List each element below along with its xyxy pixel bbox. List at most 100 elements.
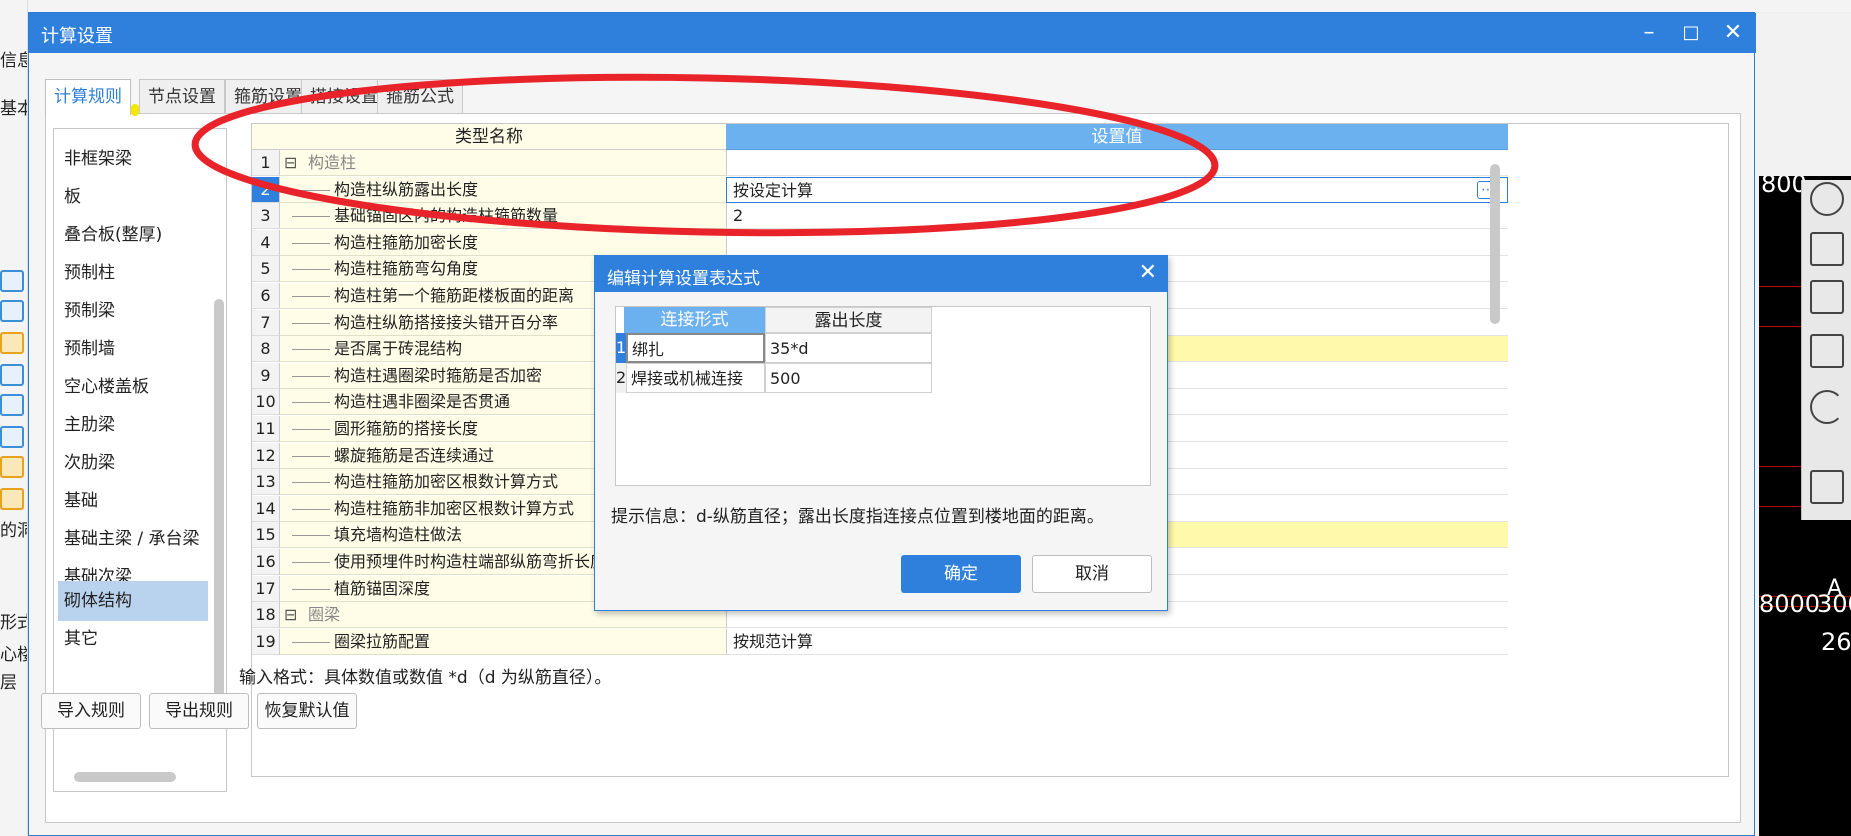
bg-tool-icon[interactable] [0,488,24,510]
bg-tool-icon[interactable] [0,456,24,478]
tab-lap-settings[interactable]: 搭接设置 [301,79,387,113]
sidebar-scrollbar[interactable] [214,299,224,729]
setting-name[interactable]: 构造柱纵筋露出长度 [280,176,726,203]
canvas-label: 26 [1821,628,1851,656]
header-setting-value: 设置值 [726,124,1508,150]
connection-type-cell[interactable]: 绑扎 [626,333,765,363]
row-number: 12 [252,442,280,469]
tab-calc-rules[interactable]: 计算规则 [45,79,131,115]
setting-label: 构造柱箍筋弯勾角度 [334,259,479,279]
bg-label: 基本 [0,99,27,119]
setting-label: 使用预埋件时构造柱端部纵筋弯折长度 [334,552,607,571]
list-item[interactable]: 预制墙 [58,329,208,369]
cube-view-icon[interactable] [1810,280,1844,314]
bg-tool-icon[interactable] [0,394,24,416]
ok-button[interactable]: 确定 [901,555,1021,593]
setting-value[interactable]: 按规范计算 [726,628,1508,655]
list-item[interactable]: 预制梁 [58,291,208,331]
import-rules-button[interactable]: 导入规则 [41,693,141,729]
setting-value[interactable] [726,229,1508,256]
row-number: 1 [616,333,626,363]
collapse-icon[interactable]: ⊟ [284,602,302,627]
tab-stirrup-settings[interactable]: 箍筋设置 [225,79,311,113]
setting-name[interactable]: 圈梁拉筋配置 [280,628,726,655]
setting-value-text: 2 [733,206,744,226]
minimize-icon[interactable]: – [1635,19,1663,47]
bg-tool-icon[interactable] [0,332,24,354]
popup-titlebar[interactable]: 编辑计算设置表达式 ✕ [595,256,1167,292]
list-item[interactable]: 主肋梁 [58,405,208,445]
row-number: 5 [252,256,280,283]
setting-label: 圆形箍筋的搭接长度 [334,419,479,438]
tree-connector [292,322,330,324]
group-label: 构造柱 [308,153,357,172]
group-row-name[interactable]: ⊟ 构造柱 [280,150,726,176]
row-number: 4 [252,229,280,256]
maximize-icon[interactable]: □ [1677,19,1705,47]
row-number: 13 [252,469,280,496]
setting-value[interactable] [726,150,1508,176]
list-item[interactable]: 空心楼盖板 [58,367,208,407]
setting-name[interactable]: 构造柱箍筋加密长度 [280,229,726,256]
tree-connector [292,455,330,457]
row-number: 16 [252,549,280,575]
row-number: 6 [252,283,280,309]
layer-list-icon[interactable] [1810,470,1844,504]
header-exposed-length: 露出长度 [765,307,932,333]
list-item[interactable]: 板 [58,177,208,217]
dialog-titlebar[interactable]: 计算设置 – □ ✕ [29,13,1756,53]
canvas-label: 800 [1761,176,1807,198]
tree-connector [292,588,330,590]
tree-connector [292,562,330,563]
close-icon[interactable]: ✕ [1719,19,1747,47]
setting-label: 填充墙构造柱做法 [334,525,463,545]
list-item-selected[interactable]: 砌体结构 [58,581,208,621]
row-number: 2 [616,363,626,393]
row-number: 7 [252,309,280,336]
connection-table: 连接形式 露出长度 1 绑扎 35*d 2 焊接或机械连接 500 [615,306,1151,486]
collapse-icon[interactable]: ⊟ [284,150,302,175]
bg-tool-icon[interactable] [0,426,24,448]
exposed-length-cell[interactable]: 500 [765,363,932,393]
box-view-icon[interactable] [1810,334,1844,368]
list-item[interactable]: 叠合板(整厚) [58,215,208,255]
setting-label: 构造柱箍筋加密长度 [334,232,479,252]
grid-scrollbar[interactable] [1490,164,1500,324]
bg-tool-icon[interactable] [0,364,24,386]
bg-label: 层 [0,673,17,693]
setting-name[interactable]: 基础锚固区内的构造柱箍筋数量 [280,203,726,230]
tab-stirrup-formula[interactable]: 箍筋公式 [377,79,463,113]
tree-connector [292,375,330,377]
list-item[interactable]: 非框架梁 [58,139,208,179]
tree-connector [292,429,330,430]
setting-label: 构造柱纵筋搭接接头错开百分率 [334,312,559,332]
3d-view-icon[interactable] [1810,232,1844,266]
connection-type-cell[interactable]: 焊接或机械连接 [626,363,765,393]
list-item[interactable]: 预制柱 [58,253,208,293]
orbit-icon[interactable] [1810,182,1844,216]
setting-value[interactable]: 按设定计算 ⋯ [726,176,1508,203]
row-number: 15 [252,522,280,549]
list-item[interactable]: 次肋梁 [58,443,208,483]
restore-defaults-button[interactable]: 恢复默认值 [257,693,357,729]
close-icon[interactable]: ✕ [1139,260,1157,285]
export-rules-button[interactable]: 导出规则 [149,693,249,729]
cancel-button[interactable]: 取消 [1032,555,1152,593]
setting-label: 圈梁拉筋配置 [334,631,431,651]
bg-label: 的洞 [0,521,27,541]
tab-node-settings[interactable]: 节点设置 [139,79,225,113]
header-type-name: 类型名称 [252,124,726,150]
bg-tool-icon[interactable] [0,300,24,322]
tree-connector [292,535,330,537]
tree-connector [292,216,330,218]
list-item[interactable]: 基础 [58,481,208,521]
setting-label: 螺旋箍筋是否连续通过 [334,445,495,465]
bg-tool-icon[interactable] [0,270,24,292]
list-item[interactable]: 基础主梁 / 承台梁 [58,519,208,559]
row-number: 10 [252,389,280,416]
rotate-icon[interactable] [1810,390,1844,424]
sidebar-hscrollbar[interactable] [74,772,176,782]
exposed-length-cell[interactable]: 35*d [765,333,932,363]
list-item[interactable]: 其它 [58,619,208,659]
setting-value[interactable]: 2 [726,203,1508,230]
